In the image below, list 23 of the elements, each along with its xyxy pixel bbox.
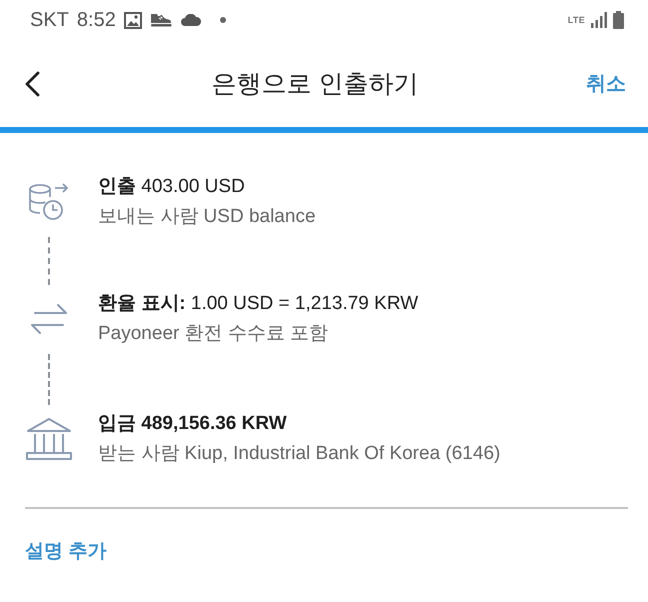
cancel-button[interactable]: 취소 xyxy=(586,70,626,98)
step-detail: 보내는 사람 USD balance xyxy=(98,205,316,229)
step-title: 입금 489,156.36 KRW xyxy=(98,412,287,436)
carrier-name: SKT xyxy=(30,8,69,32)
battery-icon xyxy=(613,11,624,29)
timeline-connector xyxy=(48,237,50,285)
screen-title: 은행으로 인출하기 xyxy=(210,68,420,100)
step-detail: Payoneer 환전 수수료 포함 xyxy=(98,322,328,346)
cloud-icon xyxy=(180,14,202,26)
step-title: 환율 표시: 1.00 USD = 1,213.79 KRW xyxy=(98,292,418,316)
database-clock-icon xyxy=(28,182,70,222)
step-detail: 받는 사람 Kiup, Industrial Bank Of Korea (6146) xyxy=(98,442,500,466)
bank-building-icon xyxy=(25,417,73,461)
timeline-connector xyxy=(48,354,50,405)
notification-dot-icon xyxy=(220,17,226,23)
signal-bars-icon xyxy=(591,12,607,28)
step-title: 인출 403.00 USD xyxy=(98,175,245,199)
image-icon xyxy=(124,12,142,28)
clock-time: 8:52 xyxy=(76,8,116,32)
add-description-link[interactable]: 설명 추가 xyxy=(25,537,106,567)
exchange-arrows-icon xyxy=(30,303,68,335)
sneaker-icon xyxy=(150,13,172,27)
network-type: LTE xyxy=(568,16,585,24)
